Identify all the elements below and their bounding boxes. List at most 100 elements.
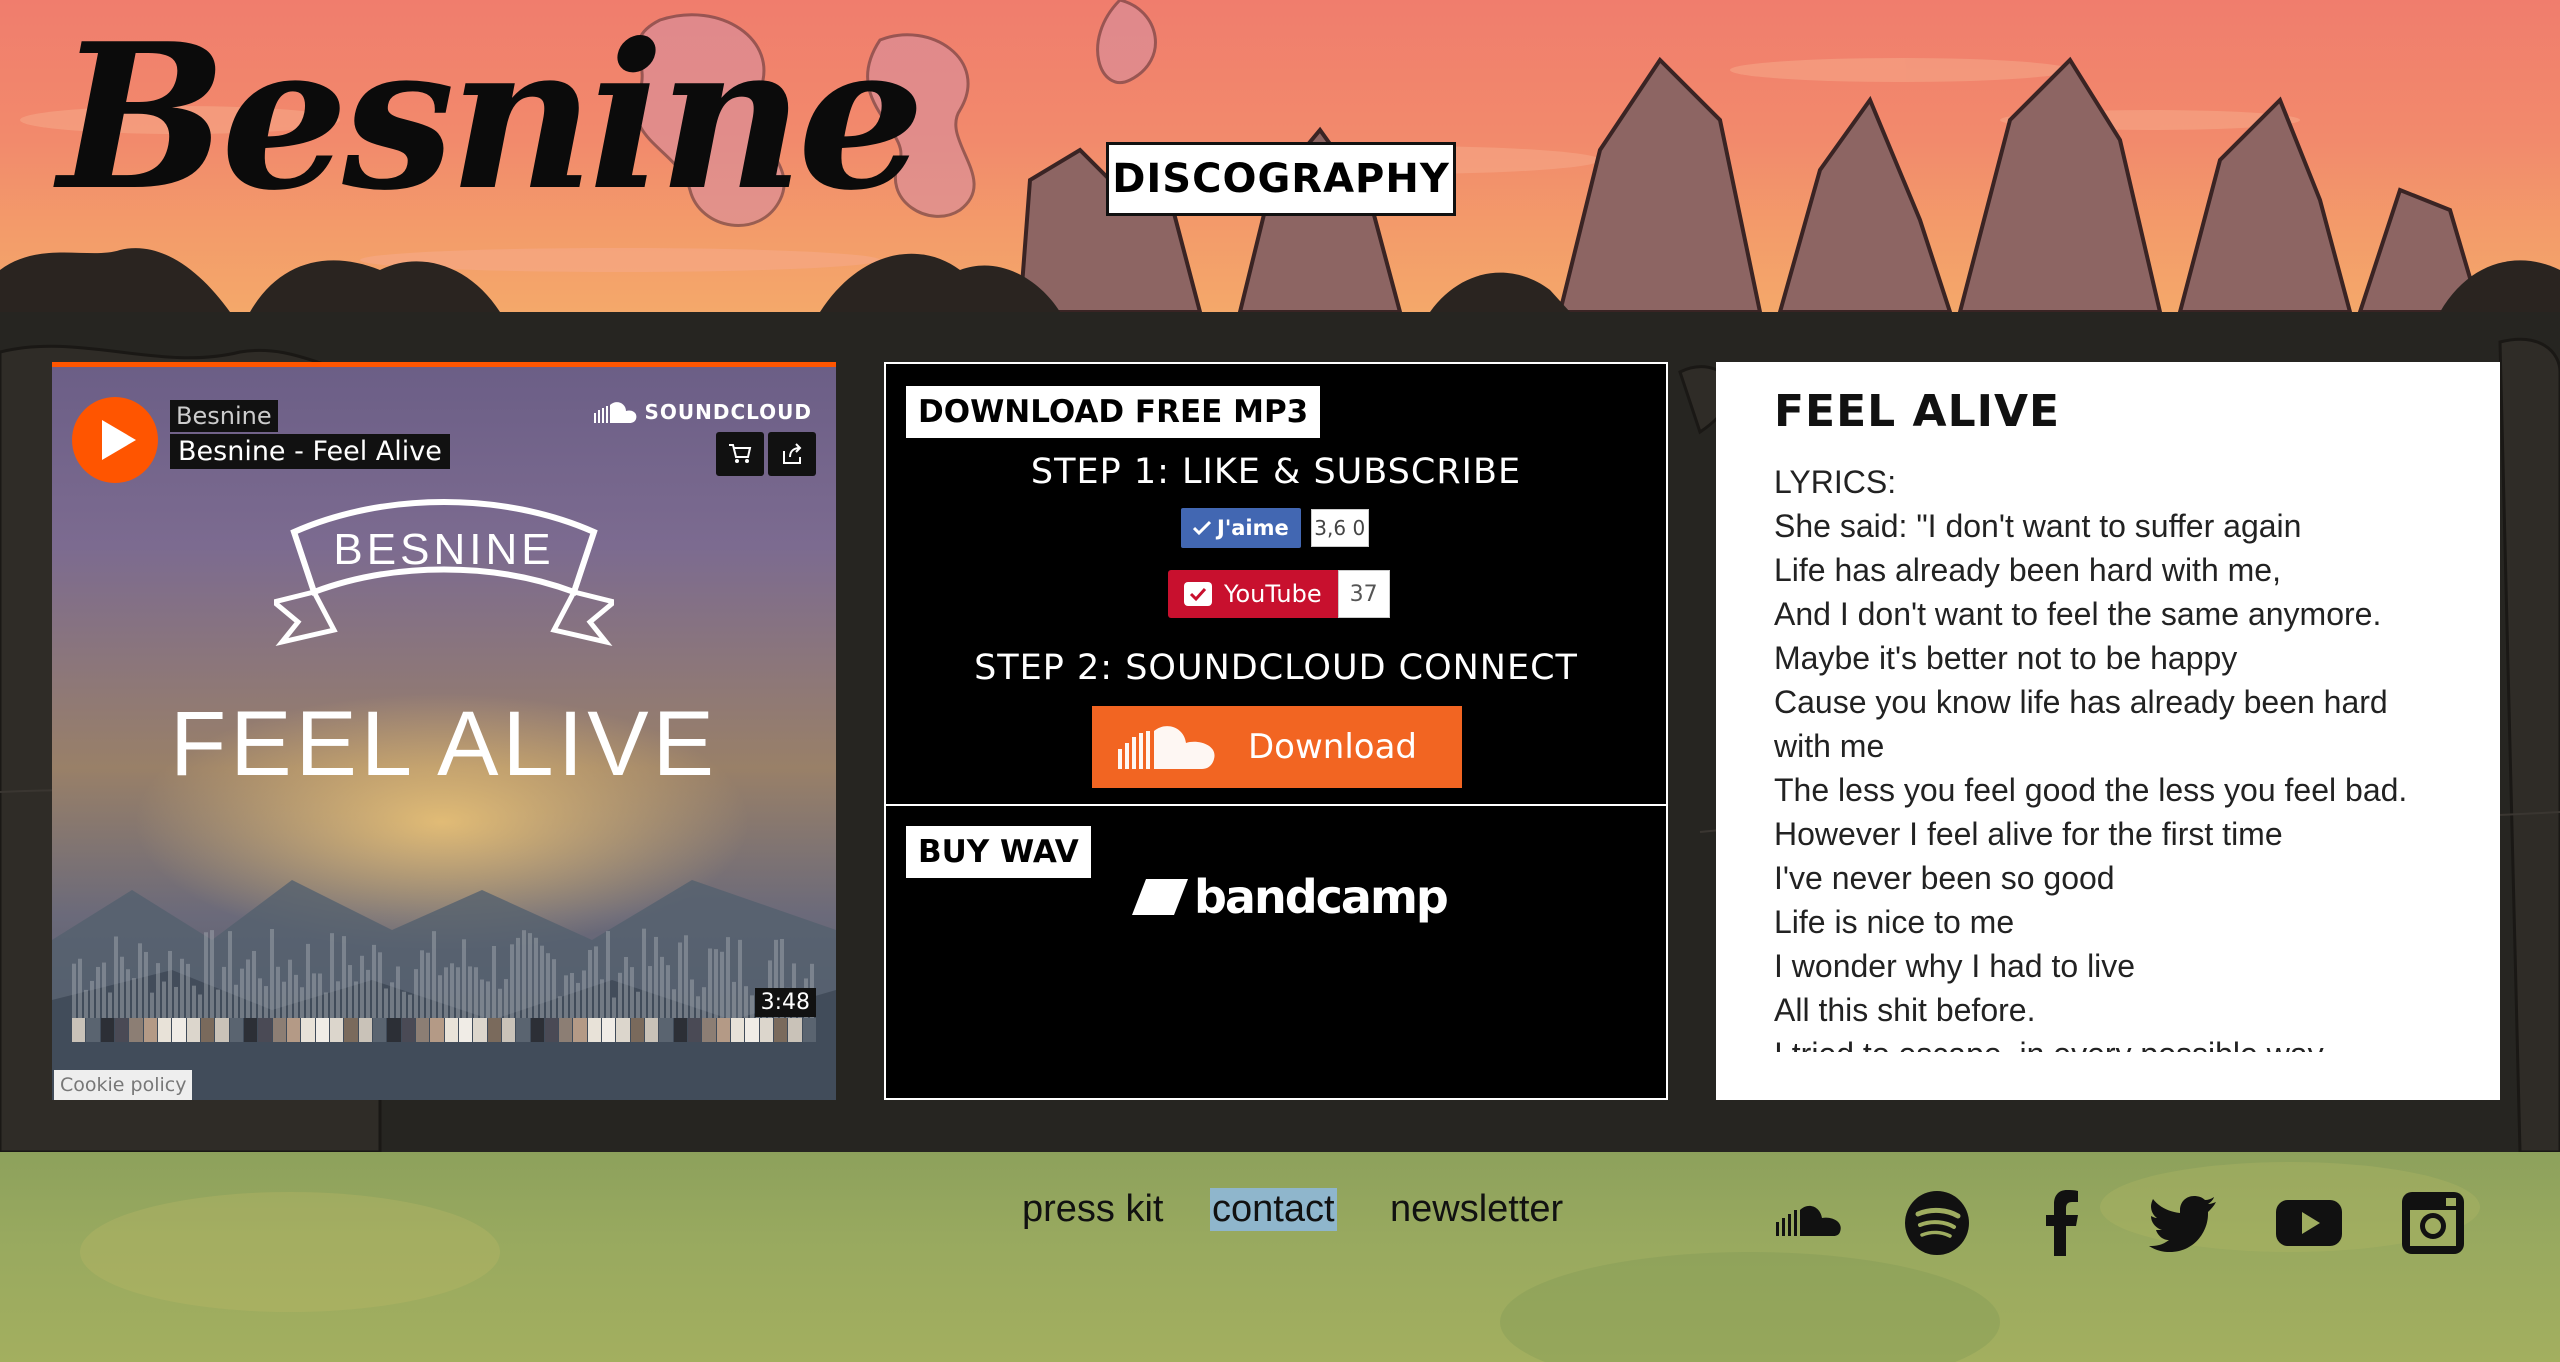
play-button[interactable] (72, 397, 158, 483)
commenter-avatar[interactable] (444, 1018, 458, 1042)
commenter-avatar[interactable] (301, 1018, 315, 1042)
commenter-avatar[interactable] (659, 1018, 673, 1042)
commenter-avatar[interactable] (186, 1018, 200, 1042)
commenter-avatar[interactable] (100, 1018, 114, 1042)
bandcamp-link[interactable]: bandcamp (1132, 870, 1449, 924)
commenter-avatar[interactable] (616, 1018, 630, 1042)
share-button[interactable] (768, 432, 816, 476)
soundcloud-download-button[interactable]: Download (1092, 706, 1462, 788)
commenter-avatar[interactable] (143, 1018, 157, 1042)
commenter-avatar[interactable] (544, 1018, 559, 1042)
panel-divider (886, 804, 1666, 806)
waveform-bar (210, 930, 214, 1018)
site-footer: press kit contact newsletter (0, 1152, 2560, 1362)
waveform-bar (174, 986, 178, 1018)
commenter-avatar[interactable] (258, 1018, 272, 1042)
commenter-avatar[interactable] (200, 1018, 215, 1042)
site-logo[interactable]: Besnine (58, 18, 925, 218)
commenter-avatar[interactable] (72, 1018, 86, 1042)
commenter-avatar[interactable] (157, 1018, 172, 1042)
youtube-icon[interactable] (2274, 1188, 2344, 1258)
waveform-bar (678, 942, 682, 1018)
commenter-avatar[interactable] (286, 1018, 301, 1042)
youtube-subscribe-widget[interactable]: YouTube 37 (1168, 570, 1390, 618)
commenter-avatar[interactable] (702, 1018, 716, 1042)
waveform-bar (672, 989, 676, 1018)
waveform-bar (618, 972, 622, 1018)
footer-link-press-kit[interactable]: press kit (1022, 1188, 1163, 1231)
commenter-avatar[interactable] (329, 1018, 344, 1042)
commenter-avatar[interactable] (86, 1018, 100, 1042)
cookie-policy-link[interactable]: Cookie policy (54, 1070, 193, 1100)
commenter-avatar[interactable] (129, 1018, 143, 1042)
commenter-avatar[interactable] (802, 1018, 817, 1042)
waveform-bar (444, 967, 448, 1018)
commenter-avatar[interactable] (745, 1018, 759, 1042)
commenter-avatar[interactable] (774, 1018, 788, 1042)
player-track-title[interactable]: Besnine - Feel Alive (170, 434, 450, 469)
soundcloud-brand-link[interactable]: SOUNDCLOUD (594, 400, 812, 424)
waveform-bar (558, 996, 562, 1018)
waveform-bar (642, 928, 646, 1018)
commenter-avatar[interactable] (573, 1018, 587, 1042)
youtube-subscribe-button[interactable]: YouTube (1168, 570, 1338, 618)
instagram-icon[interactable] (2398, 1188, 2468, 1258)
waveform-bar (738, 939, 742, 1018)
facebook-icon[interactable] (2028, 1188, 2098, 1258)
twitter-icon[interactable] (2148, 1188, 2218, 1258)
player-artist-link[interactable]: Besnine (170, 400, 278, 432)
waveform-bar (144, 951, 148, 1018)
commenter-avatar[interactable] (415, 1018, 430, 1042)
spotify-icon[interactable] (1902, 1188, 1972, 1258)
commenter-avatar[interactable] (458, 1018, 473, 1042)
waveform-bar (114, 936, 118, 1018)
commenter-avatar[interactable] (358, 1018, 372, 1042)
commenter-avatar[interactable] (172, 1018, 186, 1042)
footer-link-newsletter[interactable]: newsletter (1390, 1188, 1563, 1231)
commenter-avatar[interactable] (759, 1018, 774, 1042)
commenter-avatar[interactable] (716, 1018, 731, 1042)
commenter-avatar[interactable] (229, 1018, 243, 1042)
waveform-bar (288, 959, 292, 1018)
commenter-avatar[interactable] (315, 1018, 329, 1042)
commenter-avatar[interactable] (473, 1018, 487, 1042)
commenter-avatar[interactable] (215, 1018, 229, 1042)
waveform-bar (108, 992, 112, 1018)
waveform-bar (360, 955, 364, 1018)
commenter-avatar[interactable] (516, 1018, 530, 1042)
waveform-bar (720, 951, 724, 1018)
nav-discography-button[interactable]: DISCOGRAPHY (1106, 142, 1456, 216)
lyrics-line: I wonder why I had to live (1774, 948, 2136, 984)
commenter-avatar[interactable] (559, 1018, 573, 1042)
commenter-avatar[interactable] (372, 1018, 387, 1042)
footer-link-contact[interactable]: contact (1210, 1188, 1337, 1231)
waveform-bar (654, 936, 658, 1018)
waveform-bar (522, 930, 526, 1018)
buy-button[interactable] (716, 432, 764, 476)
commenter-avatar[interactable] (587, 1018, 602, 1042)
commenter-avatar[interactable] (272, 1018, 286, 1042)
commenter-avatar[interactable] (487, 1018, 501, 1042)
soundcloud-icon[interactable] (1774, 1188, 1844, 1258)
commenter-avatar[interactable] (401, 1018, 415, 1042)
commenter-avatar[interactable] (731, 1018, 745, 1042)
waveform-bar (666, 965, 670, 1018)
lyrics-scroll-area[interactable]: LYRICS: She said: "I don't want to suffe… (1774, 460, 2464, 1052)
commenter-avatar[interactable] (645, 1018, 659, 1042)
facebook-like-button[interactable]: J'aime (1181, 508, 1301, 548)
commenter-avatar[interactable] (501, 1018, 516, 1042)
commenter-avatar[interactable] (788, 1018, 802, 1042)
commenter-avatar[interactable] (530, 1018, 544, 1042)
commenter-avatars-strip[interactable] (72, 1018, 817, 1042)
facebook-like-widget[interactable]: J'aime 3,6 0 (1181, 508, 1369, 548)
commenter-avatar[interactable] (243, 1018, 258, 1042)
commenter-avatar[interactable] (688, 1018, 702, 1042)
commenter-avatar[interactable] (114, 1018, 129, 1042)
commenter-avatar[interactable] (344, 1018, 358, 1042)
commenter-avatar[interactable] (673, 1018, 688, 1042)
commenter-avatar[interactable] (430, 1018, 444, 1042)
commenter-avatar[interactable] (602, 1018, 616, 1042)
soundcloud-player[interactable]: Besnine Besnine - Feel Alive SOUNDCLOUD (52, 362, 836, 1100)
commenter-avatar[interactable] (630, 1018, 645, 1042)
commenter-avatar[interactable] (387, 1018, 401, 1042)
